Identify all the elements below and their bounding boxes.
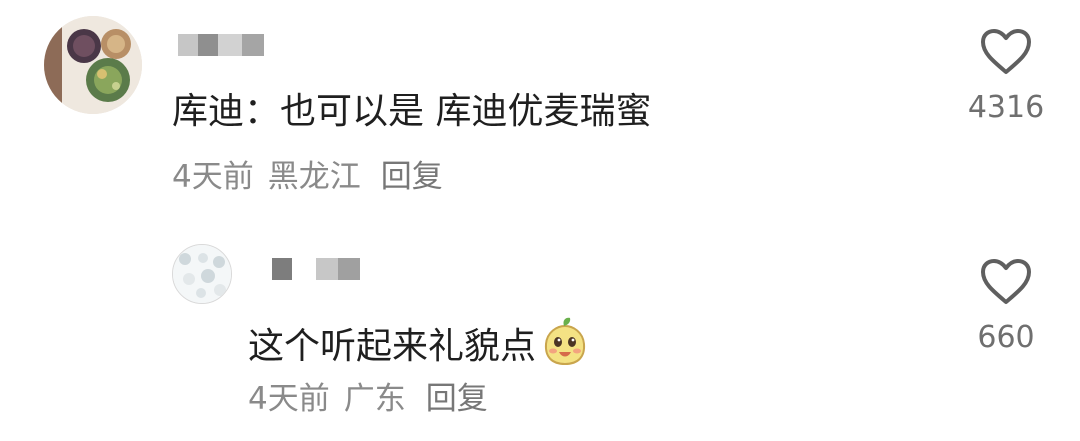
comment-meta: 4天前 黑龙江 回复 [172,158,457,196]
heart-outline-icon[interactable] [979,28,1033,76]
reply-text: 这个听起来礼貌点 [248,314,590,369]
like-button[interactable]: 4316 [961,28,1051,126]
reply-location: 广东 [343,381,406,417]
like-count: 4316 [967,90,1045,125]
comment-item: 库迪：也可以是 库迪优麦瑞蜜 4天前 黑龙江 回复 4316 [0,0,1080,220]
commenter-avatar[interactable] [44,16,142,114]
reply-meta: 4天前 广东 回复 [248,380,502,418]
heart-outline-icon[interactable] [979,258,1033,306]
like-button[interactable]: 660 [961,258,1051,356]
replier-avatar[interactable] [172,244,232,304]
comment-time: 4天前 [172,159,254,195]
reply-time: 4天前 [248,381,330,417]
reply-button[interactable]: 回复 [381,159,443,195]
username-masked[interactable] [178,34,264,56]
reply-text-content: 这个听起来礼貌点 [248,326,537,367]
username-masked[interactable] [272,258,360,280]
comment-location: 黑龙江 [267,159,361,195]
pattern-icon [173,245,231,303]
food-bowls-icon [44,16,142,114]
comment-text: 库迪：也可以是 库迪优麦瑞蜜 [172,91,652,132]
reply-button[interactable]: 回复 [426,381,488,417]
smiling-mascot-emoji-icon [540,314,590,368]
reply-item: 这个听起来礼貌点 4天前 广东 回复 660 [0,220,1080,441]
like-count: 660 [977,320,1035,355]
